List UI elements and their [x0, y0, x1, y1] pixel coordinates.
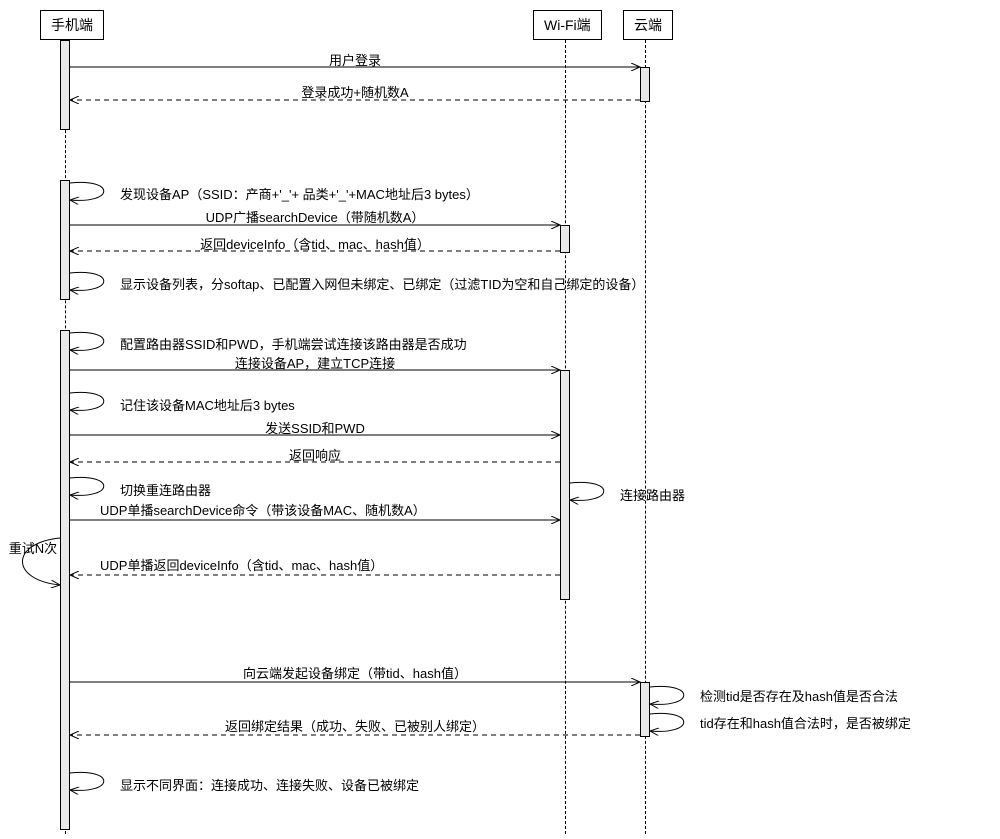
msg-login-success: 登录成功+随机数A — [70, 82, 640, 101]
msg-udp-unicast-return: UDP单播返回deviceInfo（含tid、mac、hash值） — [100, 555, 560, 574]
msg-retry-n: 重试N次 — [3, 538, 63, 557]
participant-cloud: 云端 — [623, 10, 673, 40]
msg-return-deviceinfo: 返回deviceInfo（含tid、mac、hash值） — [70, 234, 560, 253]
msg-user-login: 用户登录 — [70, 50, 640, 69]
participant-mobile: 手机端 — [40, 10, 104, 40]
msg-connect-ap: 连接设备AP，建立TCP连接 — [70, 353, 560, 372]
activation-wifi-2 — [560, 370, 570, 600]
msg-udp-broadcast: UDP广播searchDevice（带随机数A） — [70, 207, 560, 226]
msg-cloud-bind: 向云端发起设备绑定（带tid、hash值） — [70, 663, 640, 682]
activation-mobile-2 — [60, 180, 70, 300]
msg-config-router: 配置路由器SSID和PWD，手机端尝试连接该路由器是否成功 — [120, 334, 620, 353]
participant-wifi: Wi-Fi端 — [533, 10, 602, 40]
msg-check-tid: 检测tid是否存在及hash值是否合法 — [700, 686, 990, 705]
activation-mobile-3 — [60, 330, 70, 830]
activation-cloud-2 — [640, 682, 650, 737]
activation-wifi-1 — [560, 225, 570, 253]
msg-switch-reconnect: 切换重连路由器 — [120, 480, 320, 499]
msg-udp-unicast-search: UDP单播searchDevice命令（带该设备MAC、随机数A） — [100, 500, 560, 519]
msg-show-list: 显示设备列表，分softap、已配置入网但未绑定、已绑定（过滤TID为空和自己绑… — [120, 274, 820, 293]
msg-check-bound: tid存在和hash值合法时，是否被绑定 — [700, 713, 990, 732]
msg-wifi-connect-router: 连接路由器 — [620, 485, 740, 504]
msg-return-bind-result: 返回绑定结果（成功、失败、已被别人绑定） — [70, 716, 640, 735]
msg-show-result: 显示不同界面：连接成功、连接失败、设备已被绑定 — [120, 775, 620, 794]
activation-mobile-1 — [60, 40, 70, 130]
msg-remember-mac: 记住该设备MAC地址后3 bytes — [120, 395, 420, 414]
msg-send-ssid: 发送SSID和PWD — [70, 418, 560, 437]
activation-cloud-1 — [640, 67, 650, 102]
msg-return-response: 返回响应 — [70, 445, 560, 464]
msg-discover-ap: 发现设备AP（SSID：产商+'_'+ 品类+'_'+MAC地址后3 bytes… — [120, 184, 570, 203]
